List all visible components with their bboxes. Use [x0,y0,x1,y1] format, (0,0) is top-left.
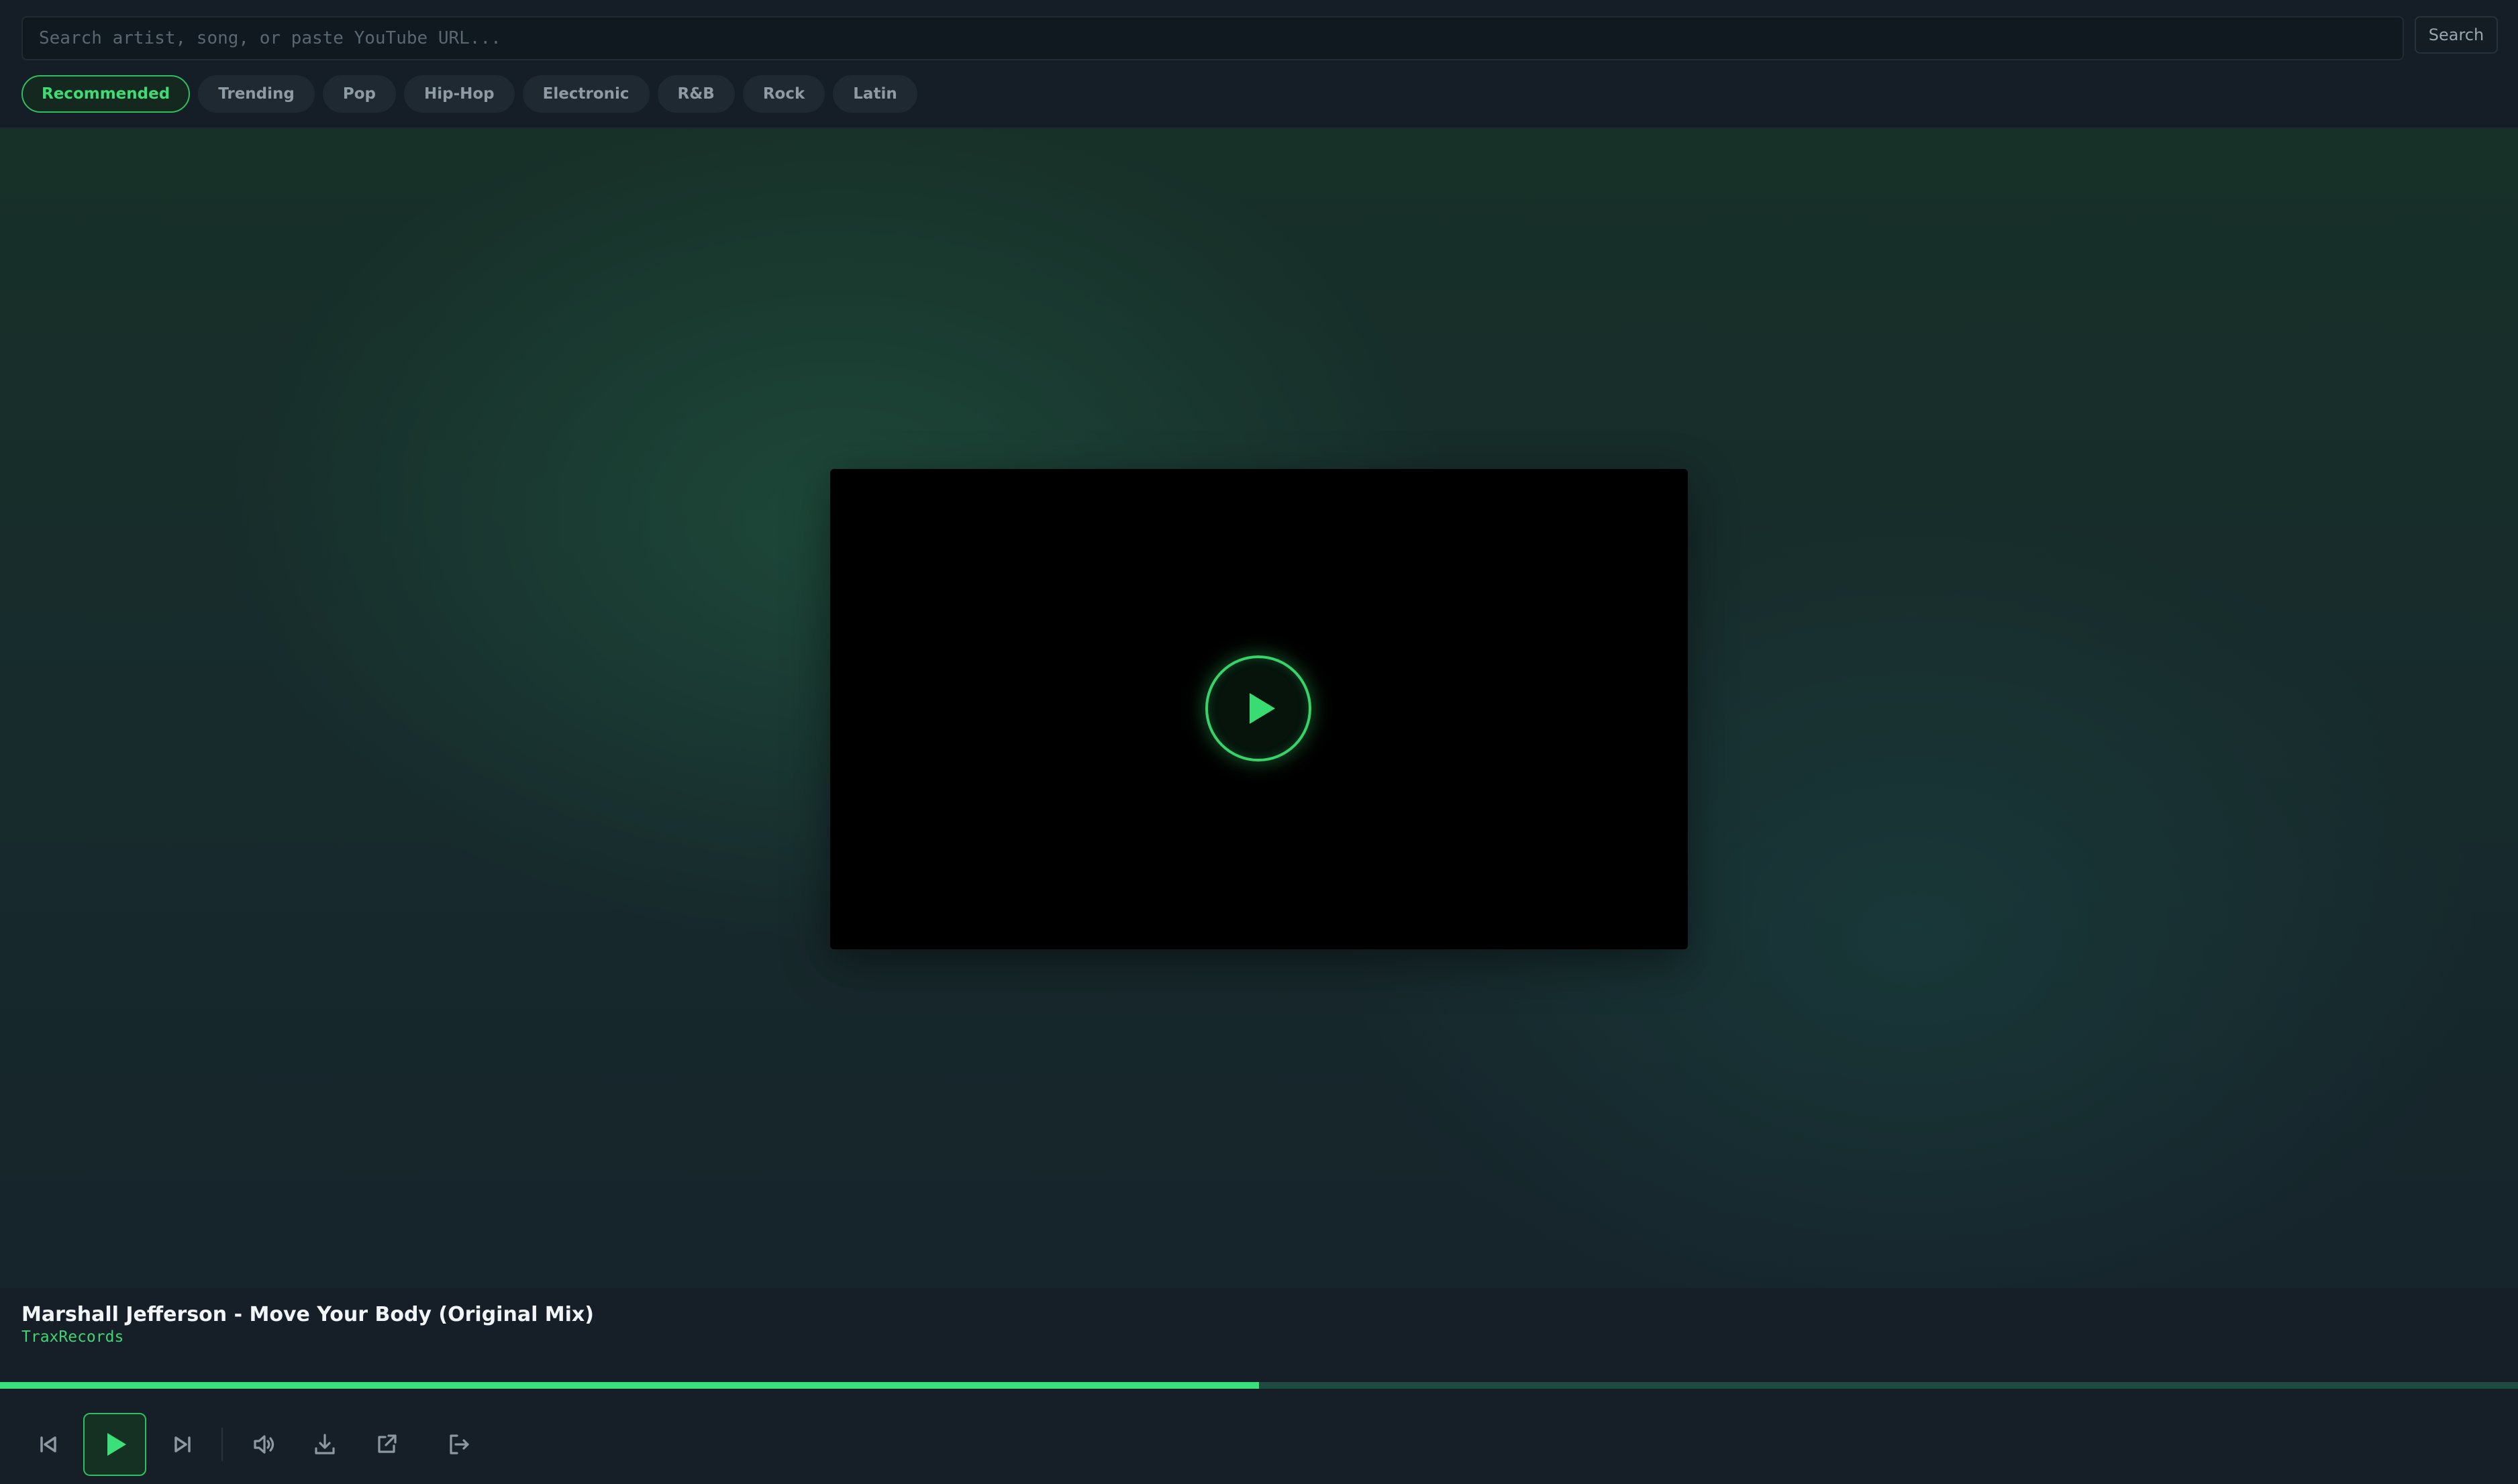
genre-chip-electronic[interactable]: Electronic [522,75,650,113]
video-play-button[interactable] [1205,655,1311,761]
progress-bar[interactable] [0,1382,2518,1389]
genre-filter-bar: Recommended Trending Pop Hip-Hop Electro… [21,75,917,113]
skip-back-icon [40,1436,56,1452]
previous-button[interactable] [27,1423,70,1466]
genre-chip-rock[interactable]: Rock [742,75,825,113]
video-player[interactable] [830,469,1688,949]
genre-chip-pop[interactable]: Pop [322,75,396,113]
track-title: Marshall Jefferson - Move Your Body (Ori… [21,1303,594,1326]
top-bar: Search Recommended Trending Pop Hip-Hop … [0,0,2518,129]
video-stage [0,129,2518,1288]
progress-fill [0,1382,1259,1389]
track-channel[interactable]: TraxRecords [21,1328,123,1346]
play-icon [1250,693,1275,724]
play-icon [107,1433,126,1456]
skip-forward-icon [174,1436,191,1452]
playback-controls [0,1402,2518,1484]
volume-button[interactable] [243,1423,286,1466]
player-bar: Marshall Jefferson - Move Your Body (Ori… [0,1288,2518,1484]
next-button[interactable] [161,1423,204,1466]
genre-chip-recommended[interactable]: Recommended [21,75,191,113]
search-button[interactable]: Search [2415,16,2498,54]
search-input[interactable] [21,16,2404,60]
controls-divider [221,1428,223,1461]
open-external-button[interactable] [365,1423,408,1466]
exit-button[interactable] [438,1423,481,1466]
exit-icon [450,1434,469,1454]
volume-icon [254,1435,274,1454]
download-button[interactable] [303,1423,346,1466]
genre-chip-rnb[interactable]: R&B [657,75,735,113]
genre-chip-latin[interactable]: Latin [833,75,917,113]
download-icon [315,1434,335,1454]
genre-chip-hip-hop[interactable]: Hip-Hop [403,75,515,113]
play-button[interactable] [83,1413,146,1476]
external-link-icon [378,1434,397,1453]
genre-chip-trending[interactable]: Trending [198,75,315,113]
